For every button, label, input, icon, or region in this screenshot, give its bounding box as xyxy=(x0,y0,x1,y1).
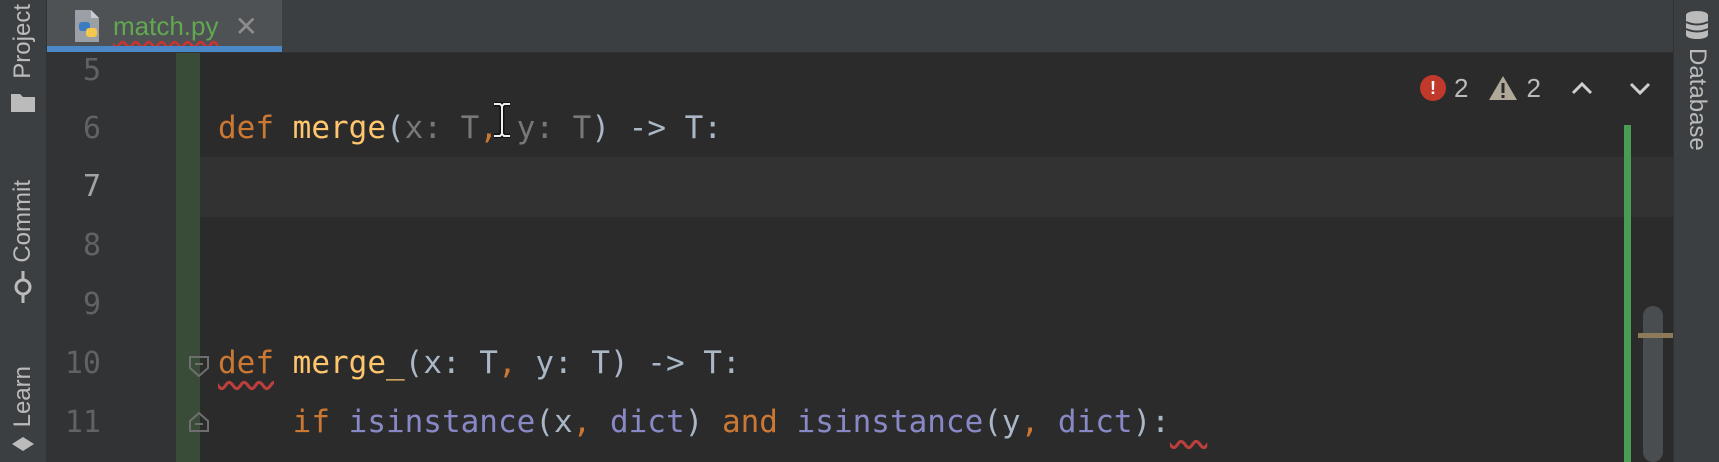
warning-count-value: 2 xyxy=(1526,72,1541,103)
tool-window-project[interactable]: Project xyxy=(0,4,46,113)
keyword-and: and xyxy=(703,404,797,440)
folder-icon xyxy=(11,93,35,112)
learn-label: Learn xyxy=(9,366,36,428)
warning-count[interactable]: 2 xyxy=(1488,72,1541,104)
builtin-dict: dict xyxy=(1039,404,1133,440)
params-rest: y: T) -> T: xyxy=(516,345,741,381)
database-label: Database xyxy=(1684,48,1711,151)
close-tab-icon[interactable]: ✕ xyxy=(235,10,258,43)
error-icon: ! xyxy=(1420,75,1446,101)
previous-highlight-icon[interactable] xyxy=(1565,71,1599,105)
builtin-isinstance: isinstance xyxy=(796,404,984,440)
args: (y xyxy=(983,404,1021,440)
database-icon xyxy=(1685,11,1709,39)
function-name: merge xyxy=(292,110,386,146)
function-name: merge_ xyxy=(292,345,405,381)
comma: , xyxy=(1020,404,1040,440)
code-line-6[interactable]: def merge(x: T, y: T) -> T: xyxy=(218,99,722,158)
line-number: 6 xyxy=(82,111,101,146)
comma: , xyxy=(497,345,517,381)
vertical-scrollbar-thumb[interactable] xyxy=(1643,306,1663,462)
return-annotation: ) -> T: xyxy=(591,110,722,146)
python-file-icon xyxy=(75,10,99,42)
inspection-widget[interactable]: ! 2 2 xyxy=(1420,66,1657,110)
scrollbar-marker[interactable] xyxy=(1638,333,1674,338)
warning-icon xyxy=(1489,76,1518,100)
line-number: 10 xyxy=(64,346,101,381)
paren: ): xyxy=(1132,404,1170,440)
code-line-10[interactable]: def merge_(x: T, y: T) -> T: xyxy=(218,334,741,393)
paren: ) xyxy=(684,404,704,440)
code-line-11[interactable]: if isinstance(x, dict) and isinstance(y,… xyxy=(218,393,1207,452)
tool-window-commit[interactable]: Commit xyxy=(0,180,46,303)
right-tool-strip: Database xyxy=(1673,0,1719,462)
keyword-def: def xyxy=(218,345,274,381)
comma: , xyxy=(572,404,592,440)
error-count[interactable]: ! 2 xyxy=(1420,73,1468,104)
type-t: T xyxy=(572,110,592,146)
line-number: 9 xyxy=(82,287,101,322)
error-squiggle xyxy=(1170,404,1207,440)
next-highlight-icon[interactable] xyxy=(1623,71,1657,105)
keyword-if: if xyxy=(292,404,330,440)
vcs-change-marker[interactable] xyxy=(176,53,200,462)
error-count-value: 2 xyxy=(1454,72,1469,103)
fold-icon[interactable] xyxy=(188,411,210,433)
line-number-current: 7 xyxy=(82,169,101,204)
paren: ( xyxy=(386,110,405,146)
builtin-isinstance: isinstance xyxy=(348,404,536,440)
line-number: 11 xyxy=(64,405,101,440)
fold-start-icon[interactable] xyxy=(188,355,210,377)
builtin-dict: dict xyxy=(591,404,685,440)
tool-window-database[interactable]: Database xyxy=(1674,10,1719,151)
type-t: T xyxy=(460,110,480,146)
keyword-def: def xyxy=(218,110,274,146)
args: (x xyxy=(535,404,573,440)
project-label: Project xyxy=(9,4,36,79)
current-line-highlight xyxy=(200,157,1673,217)
tool-window-learn[interactable]: Learn xyxy=(0,366,46,455)
params: (x: T xyxy=(404,345,498,381)
commit-label: Commit xyxy=(9,180,36,263)
text-cursor-icon xyxy=(494,102,510,138)
line-number: 8 xyxy=(82,228,101,263)
editor-tab-bar: match.py ✕ xyxy=(47,0,1673,53)
learn-icon xyxy=(12,437,34,452)
commit-icon xyxy=(14,270,32,303)
line-number: 5 xyxy=(82,53,101,88)
param-x: x: xyxy=(404,110,461,146)
tab-filename: match.py xyxy=(113,10,219,41)
vcs-marker-strip[interactable] xyxy=(1624,125,1631,462)
left-tool-strip: Project Commit Learn xyxy=(0,0,47,462)
